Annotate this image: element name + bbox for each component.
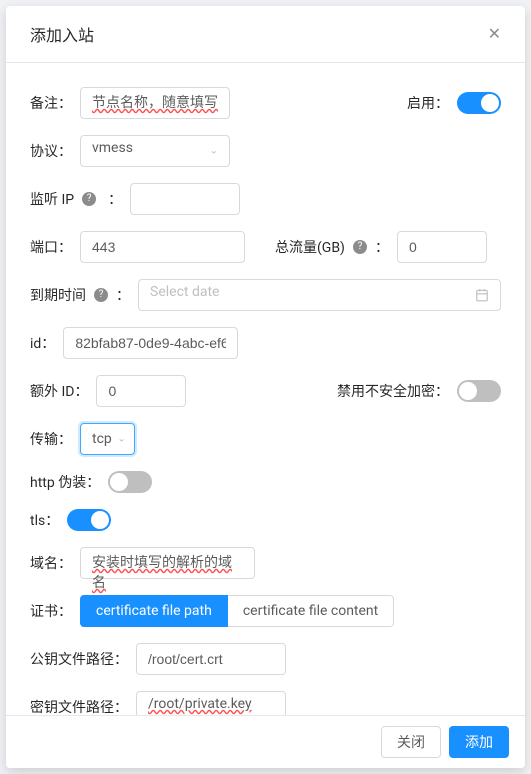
expire-label: 到期时间 [30,285,86,305]
network-select[interactable]: tcp ⌄ [80,423,135,455]
cert-path-option[interactable]: certificate file path [80,595,228,627]
listen-ip-label: 监听 IP [30,189,74,209]
protocol-select[interactable]: vmess ⌄ [80,135,230,167]
privkey-input[interactable]: /root/private.key [136,691,286,715]
network-label: 传输： [30,429,72,449]
http-camo-switch[interactable] [108,471,152,493]
modal-body: 备注： 节点名称，随意填写 启用： 协议： vmess ⌄ 监听 IP ? ： … [6,63,525,715]
http-camo-label: http 伪装： [30,472,100,492]
tls-switch[interactable] [67,509,111,531]
disable-insecure-label: 禁用不安全加密： [337,381,449,401]
enable-label: 启用： [407,93,449,113]
chevron-down-icon: ⌄ [210,146,218,157]
modal-header: 添加入站 ✕ [6,6,525,63]
port-input[interactable] [80,231,245,263]
close-button[interactable]: 关闭 [381,726,441,758]
pubkey-input[interactable] [136,643,286,675]
total-gb-label: 总流量(GB) [275,237,345,257]
pubkey-label: 公钥文件路径： [30,649,128,669]
protocol-label: 协议： [30,141,72,161]
add-inbound-modal: 添加入站 ✕ 备注： 节点名称，随意填写 启用： 协议： vmess ⌄ 监听 … [6,6,525,768]
modal-title: 添加入站 [30,22,94,46]
modal-footer: 关闭 添加 [6,715,525,768]
id-label: id： [30,333,55,353]
port-label: 端口： [30,237,72,257]
remark-label: 备注： [30,93,72,113]
calendar-icon [475,288,489,302]
cert-content-option[interactable]: certificate file content [228,595,394,627]
tls-label: tls： [30,510,59,530]
alterid-input[interactable] [96,375,186,407]
help-icon[interactable]: ? [94,288,108,302]
privkey-label: 密钥文件路径： [30,697,128,715]
listen-ip-input[interactable] [130,183,240,215]
total-gb-input[interactable] [397,231,487,263]
id-input[interactable] [63,327,238,359]
domain-label: 域名： [30,553,72,573]
alterid-label: 额外 ID： [30,381,88,401]
remark-input[interactable]: 节点名称，随意填写 [80,87,230,119]
domain-input[interactable]: 安装时填写的解析的域名 [80,547,255,579]
help-icon[interactable]: ? [353,240,367,254]
help-icon[interactable]: ? [82,192,96,206]
expire-date-input[interactable]: Select date [138,279,501,311]
cert-mode-group: certificate file path certificate file c… [80,595,394,627]
close-icon[interactable]: ✕ [488,26,501,42]
submit-button[interactable]: 添加 [449,726,509,758]
cert-label: 证书： [30,601,72,621]
disable-insecure-switch[interactable] [457,380,501,402]
enable-switch[interactable] [457,92,501,114]
chevron-down-icon: ⌄ [117,434,125,445]
